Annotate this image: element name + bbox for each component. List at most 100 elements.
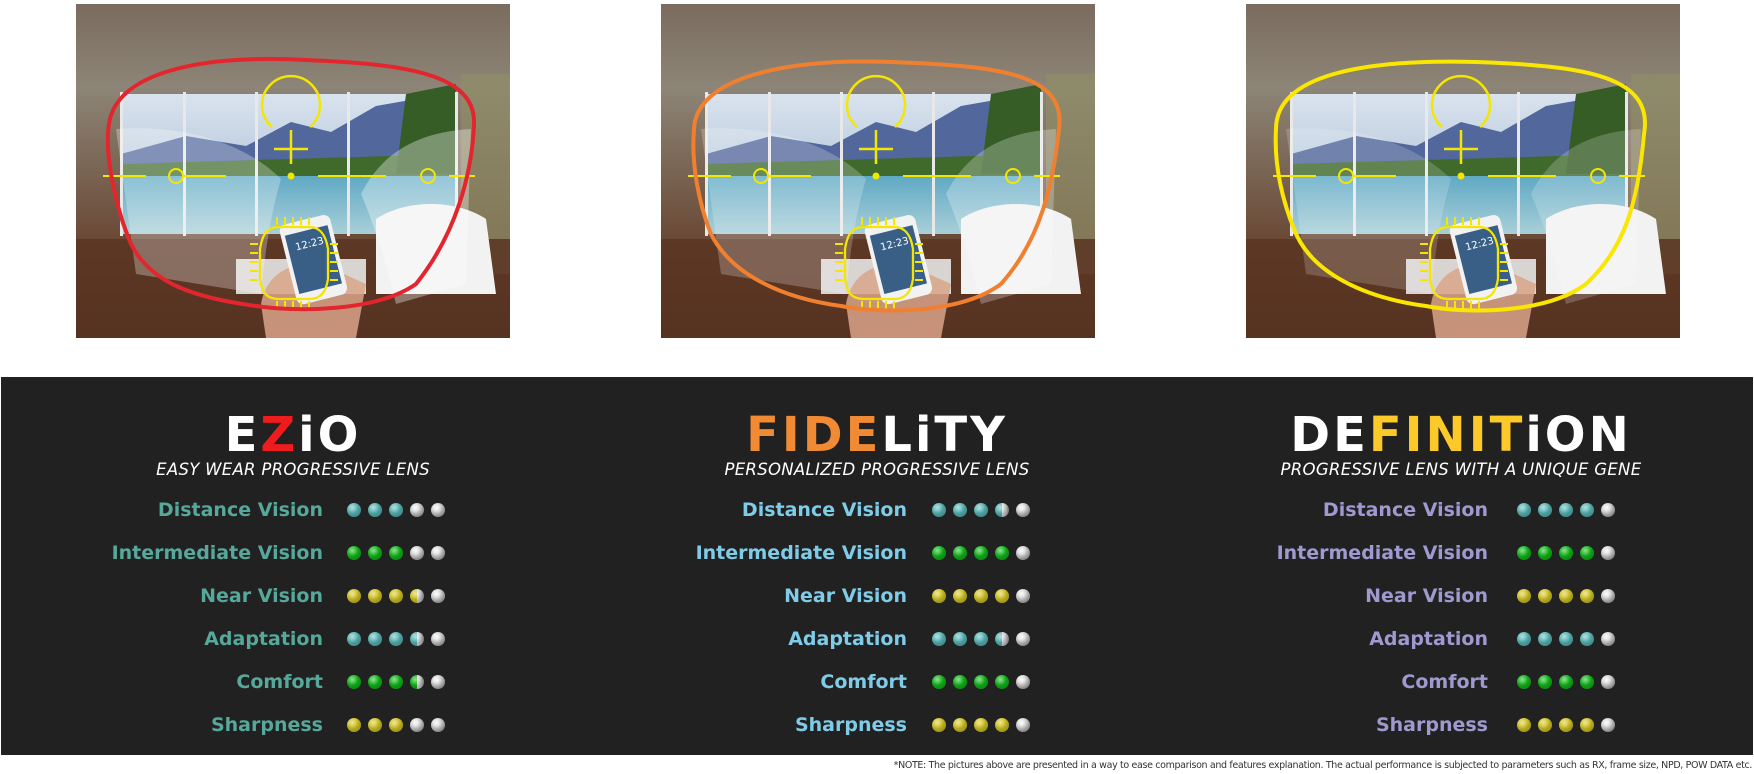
rating-label: Distance Vision xyxy=(1322,499,1488,521)
rating-label: Sharpness xyxy=(794,714,907,736)
rating-label: Comfort xyxy=(1401,671,1488,693)
window-frame xyxy=(347,92,350,236)
rating-dot-filled xyxy=(953,675,967,689)
rating-row-near-vision: Near Vision xyxy=(1169,581,1753,624)
rating-dot-filled xyxy=(974,675,988,689)
rating-dot-filled xyxy=(1538,589,1552,603)
product-logo: EZiO xyxy=(1,407,585,463)
rating-dot-filled xyxy=(1559,546,1573,560)
rating-row-adaptation: Adaptation xyxy=(585,624,1169,667)
disclaimer-footnote: *NOTE: The pictures above are presented … xyxy=(893,760,1753,771)
rating-dot-filled xyxy=(1580,718,1594,732)
rating-dot-filled xyxy=(347,675,361,689)
rating-row-adaptation: Adaptation xyxy=(1169,624,1753,667)
rating-row-comfort: Comfort xyxy=(585,667,1169,710)
rating-label: Near Vision xyxy=(200,585,323,607)
rating-dot-filled xyxy=(368,546,382,560)
center-dot xyxy=(1457,172,1465,180)
rating-label: Near Vision xyxy=(784,585,907,607)
rating-dot-filled xyxy=(389,546,403,560)
rating-row-sharpness: Sharpness xyxy=(1169,710,1753,753)
rating-dot-filled xyxy=(368,718,382,732)
rating-dot-half xyxy=(995,503,1009,517)
rating-dot-empty xyxy=(1601,675,1615,689)
rating-dot-filled xyxy=(1517,503,1531,517)
rating-dot-filled xyxy=(932,675,946,689)
rating-dot-filled xyxy=(953,589,967,603)
rating-dot-filled xyxy=(1580,675,1594,689)
rating-row-intermediate-vision: Intermediate Vision xyxy=(585,538,1169,581)
lens-view-photo-fidelity: 12:23 xyxy=(661,4,1095,338)
rating-label: Adaptation xyxy=(204,628,323,650)
rating-dot-filled xyxy=(347,718,361,732)
rating-dot-filled xyxy=(368,675,382,689)
rating-dot-half xyxy=(410,675,424,689)
rating-dot-half xyxy=(995,632,1009,646)
rating-row-distance-vision: Distance Vision xyxy=(585,495,1169,538)
rating-dot-filled xyxy=(389,632,403,646)
rating-dot-filled xyxy=(1538,675,1552,689)
rating-dot-filled xyxy=(953,632,967,646)
rating-dot-filled xyxy=(1580,503,1594,517)
rating-dot-empty xyxy=(1016,675,1030,689)
rating-label: Intermediate Vision xyxy=(111,542,323,564)
rating-dot-empty xyxy=(431,632,445,646)
rating-dot-filled xyxy=(1580,589,1594,603)
rating-dot-empty xyxy=(1016,503,1030,517)
rating-dot-filled xyxy=(953,546,967,560)
rating-dot-filled xyxy=(389,718,403,732)
rating-dot-filled xyxy=(1517,546,1531,560)
rating-dot-empty xyxy=(1601,589,1615,603)
logo-part: iO xyxy=(298,407,362,463)
rating-dot-empty xyxy=(1016,546,1030,560)
lens-view-photo-ezio: 12:23 xyxy=(76,4,510,338)
rating-dot-filled xyxy=(1538,632,1552,646)
logo-part: FINIT xyxy=(1368,407,1526,463)
rating-dot-empty xyxy=(1016,589,1030,603)
rating-dot-half xyxy=(410,632,424,646)
rating-label: Adaptation xyxy=(1369,628,1488,650)
rating-dot-empty xyxy=(1601,503,1615,517)
comparison-panel: EZiO EASY WEAR PROGRESSIVE LENS Distance… xyxy=(1,377,1753,755)
rating-row-intermediate-vision: Intermediate Vision xyxy=(1,538,585,581)
rating-dot-empty xyxy=(410,546,424,560)
rating-row-adaptation: Adaptation xyxy=(1,624,585,667)
rating-dot-filled xyxy=(389,589,403,603)
rating-label: Comfort xyxy=(236,671,323,693)
lens-view-illustration: 12:23 xyxy=(1246,4,1680,338)
rating-dot-empty xyxy=(1601,632,1615,646)
product-column-ezio: EZiO EASY WEAR PROGRESSIVE LENS Distance… xyxy=(1,377,585,755)
center-dot xyxy=(872,172,880,180)
rating-dot-filled xyxy=(974,718,988,732)
rating-label: Distance Vision xyxy=(157,499,323,521)
rating-dot-filled xyxy=(995,546,1009,560)
rating-row-comfort: Comfort xyxy=(1,667,585,710)
logo-part: LiTY xyxy=(881,407,1008,463)
rating-label: Near Vision xyxy=(1365,585,1488,607)
rating-dot-empty xyxy=(410,503,424,517)
rating-dot-filled xyxy=(347,503,361,517)
product-tagline: EASY WEAR PROGRESSIVE LENS xyxy=(156,460,430,479)
lens-view-illustration: 12:23 xyxy=(76,4,510,338)
rating-row-near-vision: Near Vision xyxy=(1,581,585,624)
rating-dot-filled xyxy=(1538,503,1552,517)
rating-dot-filled xyxy=(347,632,361,646)
rating-dot-filled xyxy=(974,546,988,560)
rating-row-comfort: Comfort xyxy=(1169,667,1753,710)
rating-dot-filled xyxy=(1538,546,1552,560)
logo-part: iON xyxy=(1525,407,1632,463)
rating-dot-filled xyxy=(932,503,946,517)
logo-part: DE xyxy=(1290,407,1369,463)
rating-label: Intermediate Vision xyxy=(1276,542,1488,564)
center-dot xyxy=(287,172,295,180)
rating-dot-filled xyxy=(995,675,1009,689)
product-tagline: PROGRESSIVE LENS WITH A UNIQUE GENE xyxy=(1280,460,1642,479)
rating-label: Adaptation xyxy=(788,628,907,650)
product-logo: DEFINITiON xyxy=(1169,407,1753,463)
rating-dot-filled xyxy=(347,546,361,560)
rating-dot-empty xyxy=(1601,718,1615,732)
rating-dot-filled xyxy=(1517,675,1531,689)
rating-dot-filled xyxy=(1517,589,1531,603)
rating-dot-filled xyxy=(953,718,967,732)
rating-dot-empty xyxy=(431,718,445,732)
